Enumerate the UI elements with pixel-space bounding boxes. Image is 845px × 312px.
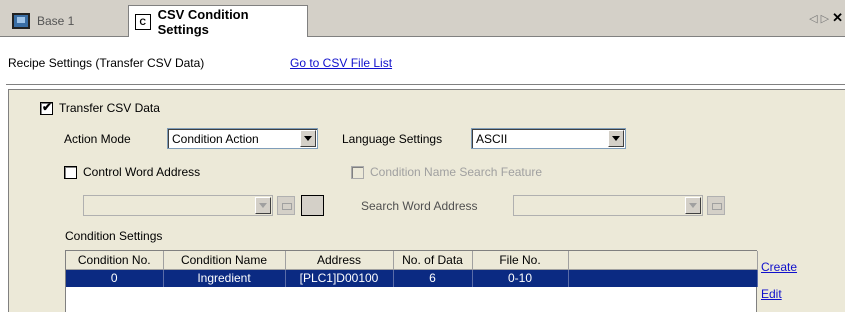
language-settings-select[interactable]: ASCII [471, 128, 626, 149]
address-input-icon[interactable] [707, 196, 725, 215]
tab-navigation: ◁ ▷ ✕ [809, 10, 843, 26]
close-icon[interactable]: ✕ [832, 10, 843, 26]
action-mode-value: Condition Action [172, 132, 259, 146]
table-cell: 0-10 [472, 269, 569, 287]
action-mode-label: Action Mode [64, 132, 131, 146]
column-header[interactable]: No. of Data [393, 251, 473, 270]
settings-panel: Transfer CSV Data Action Mode Condition … [8, 89, 845, 312]
search-word-address-label: Search Word Address [361, 199, 478, 213]
tab-strip: Base 1 C CSV Condition Settings ◁ ▷ ✕ [0, 0, 845, 37]
action-mode-select[interactable]: Condition Action [167, 128, 318, 149]
go-to-csv-file-list-link[interactable]: Go to CSV File List [290, 56, 392, 70]
chevron-down-icon[interactable] [300, 130, 316, 147]
table-cell: [PLC1]D00100 [285, 269, 394, 287]
table-cell: Ingredient [163, 269, 286, 287]
condition-name-search-label: Condition Name Search Feature [370, 165, 543, 179]
transfer-csv-label: Transfer CSV Data [59, 101, 160, 115]
tab-label: Base 1 [37, 13, 75, 28]
tab-prev-icon[interactable]: ◁ [809, 12, 817, 26]
address-input-icon[interactable] [277, 196, 295, 215]
search-word-address-select[interactable] [513, 195, 703, 216]
language-settings-label: Language Settings [342, 132, 443, 146]
transfer-csv-checkbox[interactable] [40, 100, 53, 115]
condition-settings-label: Condition Settings [65, 229, 163, 243]
control-word-address-select[interactable] [83, 195, 273, 216]
column-header[interactable]: Address [285, 251, 394, 270]
tab-label: CSV Condition Settings [157, 6, 249, 37]
language-value: ASCII [476, 132, 508, 146]
condition-settings-table: Condition No. Condition Name Address No.… [65, 250, 758, 312]
control-word-address-checkbox[interactable] [64, 166, 77, 179]
page-title: Recipe Settings (Transfer CSV Data) [8, 56, 205, 70]
monitor-icon [12, 12, 30, 29]
table-cell: 0 [66, 269, 164, 287]
chevron-down-icon[interactable] [255, 197, 271, 214]
csv-file-icon: C [135, 13, 151, 30]
chevron-down-icon[interactable] [608, 130, 624, 147]
table-cell: 6 [393, 269, 473, 287]
edit-link[interactable]: Edit [761, 287, 797, 301]
color-swatch-button[interactable] [301, 195, 324, 216]
create-link[interactable]: Create [761, 260, 797, 274]
column-header[interactable]: File No. [472, 251, 569, 270]
tab-base-1[interactable]: Base 1 [6, 5, 124, 36]
chevron-down-icon[interactable] [685, 197, 701, 214]
table-actions: Create Edit [761, 260, 797, 312]
tab-next-icon[interactable]: ▷ [821, 12, 829, 26]
table-row[interactable]: 0 Ingredient [PLC1]D00100 6 0-10 [66, 269, 758, 287]
tab-csv-condition-settings[interactable]: C CSV Condition Settings [128, 5, 308, 37]
condition-name-search-checkbox[interactable] [351, 166, 364, 179]
column-header [568, 251, 758, 270]
recipe-header: Recipe Settings (Transfer CSV Data) Go t… [8, 56, 838, 74]
control-word-address-label: Control Word Address [83, 165, 201, 179]
table-cell [568, 269, 758, 287]
divider [6, 84, 845, 86]
column-header[interactable]: Condition No. [66, 251, 164, 270]
column-header[interactable]: Condition Name [163, 251, 286, 270]
table-header-row: Condition No. Condition Name Address No.… [66, 251, 758, 270]
